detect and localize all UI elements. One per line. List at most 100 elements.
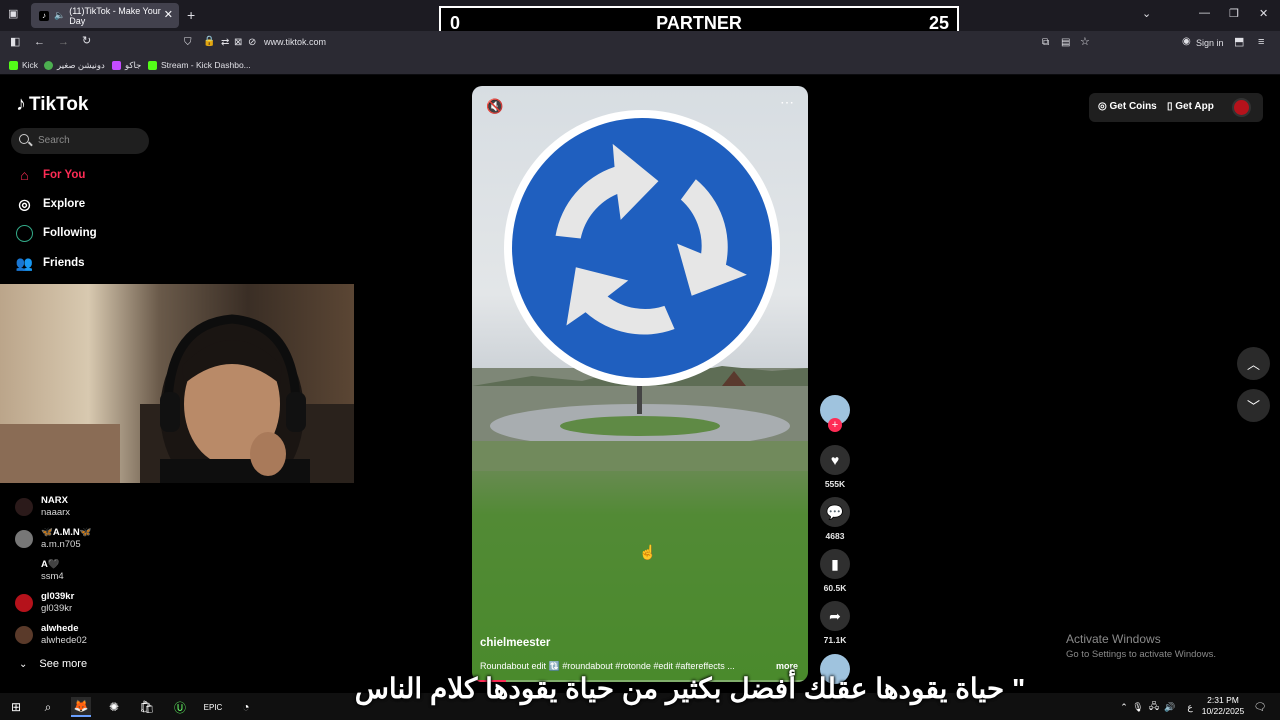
upwork-icon[interactable]: Ⓤ — [170, 697, 190, 717]
search-placeholder: Search — [38, 135, 70, 146]
bookmark-kick[interactable]: Kick — [9, 60, 38, 70]
restore-icon[interactable]: ❐ — [1229, 9, 1239, 20]
streamer-image — [0, 314, 354, 483]
following-avatar-icon — [16, 224, 33, 242]
follow-plus-icon[interactable]: + — [828, 418, 842, 432]
video-player[interactable]: 🔇 ⋯ ☝ chielmeester Roundabout edit 🔃 #ro… — [472, 86, 808, 682]
mic-off-icon[interactable]: ⊘ — [248, 38, 256, 48]
avatar — [15, 562, 33, 580]
url-text: www.tiktok.com — [264, 37, 327, 47]
shield-icon[interactable]: ⛉ — [184, 38, 192, 48]
save-button[interactable]: ▮ 60.5K — [819, 549, 851, 593]
close-window-icon[interactable]: ✕ — [1259, 9, 1268, 20]
more-link[interactable]: more — [776, 661, 798, 671]
more-options-icon[interactable]: ⋯ — [780, 94, 794, 111]
new-tab-icon[interactable]: + — [187, 8, 195, 22]
share-icon: ➦ — [820, 601, 850, 631]
browser-nav-bar: ◧ ← → ↻ ⛉ 🔒 ⇄ ⊠ ⊘ www.tiktok.com ⧉ ▤ ☆ ◉… — [0, 31, 1280, 56]
mute-icon[interactable]: 🔇 — [486, 98, 503, 115]
reader-view-icon[interactable]: ▤ — [1061, 38, 1070, 48]
chevron-down-icon: ﹀ — [1246, 399, 1260, 414]
avatar — [15, 594, 33, 612]
get-app-button[interactable]: ▯ Get App — [1167, 101, 1214, 112]
windows-start-icon[interactable]: ⊞ — [6, 697, 26, 717]
following-account[interactable]: alwhede alwhede02 — [15, 622, 165, 648]
creator-avatar[interactable]: + — [819, 395, 851, 432]
bookmarks-bar: Kick دونيشن صغير جاكو Stream - Kick Dash… — [0, 56, 1280, 75]
get-coins-button[interactable]: ◎ Get Coins — [1098, 101, 1157, 112]
share-button[interactable]: ➦ 71.1K — [819, 601, 851, 645]
search-input[interactable]: Search — [11, 128, 149, 154]
list-all-tabs-icon[interactable]: ⌄ — [1142, 9, 1151, 20]
next-video-button[interactable]: ﹀ — [1237, 389, 1270, 422]
video-caption[interactable]: Roundabout edit 🔃 #roundabout #rotonde #… — [480, 661, 770, 672]
home-icon: ⌂ — [20, 167, 29, 183]
avatar — [15, 498, 33, 516]
webcam-overlay — [0, 284, 354, 483]
chevron-up-icon: ︿ — [1246, 357, 1260, 372]
subtitle-overlay: " حياة يقودها عقلك أفضل بكثير من حياة يق… — [354, 673, 1026, 704]
like-button[interactable]: ♥ 555K — [819, 445, 851, 489]
following-account[interactable]: 🦋A.M.N🦋 a.m.n705 — [15, 526, 165, 552]
following-account[interactable]: NARX naaarx — [15, 494, 165, 520]
store-icon[interactable]: 🛍 — [137, 697, 157, 717]
firefox-icon[interactable]: 🦊 — [71, 697, 91, 717]
lock-icon[interactable]: 🔒 — [203, 37, 215, 47]
speaker-icon[interactable]: 🔈 — [54, 10, 65, 21]
search-icon[interactable]: ⌕ — [38, 697, 58, 717]
bookmark-star-icon[interactable]: ☆ — [1080, 37, 1090, 48]
tab-list-icon[interactable]: ▣ — [8, 9, 18, 20]
following-account[interactable]: A🖤 ssm4 — [15, 558, 165, 584]
tiktok-logo[interactable]: ♪ TikTok — [16, 93, 88, 116]
volume-icon[interactable]: 🔊 — [1160, 697, 1180, 717]
account-icon[interactable]: ◉ — [1182, 37, 1191, 47]
language-indicator[interactable]: ع — [1180, 697, 1200, 717]
menu-icon[interactable]: ≡ — [1258, 37, 1264, 48]
bookmark-jaco[interactable]: جاكو — [112, 60, 141, 71]
sign-in-link[interactable]: Sign in — [1196, 38, 1224, 48]
app-icon[interactable]: ◔ — [236, 697, 256, 717]
search-icon — [19, 134, 29, 144]
heart-icon: ♥ — [820, 445, 850, 475]
roundabout-sign-image — [504, 110, 780, 386]
minimize-icon[interactable]: — — [1199, 8, 1210, 19]
nav-explore[interactable]: ◎ Explore — [16, 194, 85, 214]
nav-following[interactable]: Following — [16, 223, 97, 243]
forward-icon[interactable]: → — [58, 37, 69, 48]
epic-games-icon[interactable]: EPIC — [203, 697, 223, 717]
permissions-icon[interactable]: ⇄ — [221, 38, 229, 48]
sidebar-toggle-icon[interactable]: ◧ — [10, 37, 20, 48]
previous-video-button[interactable]: ︿ — [1237, 347, 1270, 380]
see-more-button[interactable]: ⌄ See more — [19, 658, 87, 670]
copilot-icon[interactable]: ✺ — [104, 697, 124, 717]
avatar — [15, 626, 33, 644]
clock[interactable]: 2:31 PM 10/22/2025 — [1198, 695, 1248, 717]
reload-icon[interactable]: ↻ — [82, 36, 91, 47]
camera-off-icon[interactable]: ⊠ — [234, 38, 242, 48]
chevron-down-icon: ⌄ — [19, 658, 28, 670]
comment-icon: 💬 — [820, 497, 850, 527]
compass-icon: ◎ — [18, 195, 31, 212]
creator-name[interactable]: chielmeester — [480, 637, 550, 649]
bookmark-kick-dashboard[interactable]: Stream - Kick Dashbo... — [148, 60, 251, 70]
coin-icon: ◎ — [1098, 101, 1110, 112]
friends-icon: 👥 — [15, 254, 34, 271]
back-icon[interactable]: ← — [34, 37, 45, 48]
bookmark-donation[interactable]: دونيشن صغير — [44, 60, 105, 71]
picture-in-picture-icon[interactable]: ⧉ — [1042, 38, 1049, 48]
activate-windows-watermark: Activate Windows Go to Settings to activ… — [1066, 632, 1216, 660]
close-tab-icon[interactable]: ✕ — [164, 8, 173, 21]
profile-avatar[interactable] — [1232, 98, 1251, 117]
comment-button[interactable]: 💬 4683 — [819, 497, 851, 541]
top-right-bar: ◎ Get Coins ▯ Get App — [1089, 93, 1263, 122]
tiktok-note-icon: ♪ — [16, 93, 26, 115]
nav-friends[interactable]: 👥 Friends — [16, 253, 85, 273]
extensions-icon[interactable]: ⬒ — [1234, 37, 1244, 48]
nav-for-you[interactable]: ⌂ For You — [16, 165, 85, 185]
url-bar[interactable]: ⛉ 🔒 ⇄ ⊠ ⊘ www.tiktok.com ⧉ ▤ ☆ — [176, 33, 1100, 54]
browser-tab[interactable]: ♪ 🔈 (11)TikTok - Make Your Day ✕ — [31, 3, 179, 28]
cursor-icon: ☝ — [639, 544, 657, 560]
following-account[interactable]: gl039kr gl039kr — [15, 590, 165, 616]
notifications-icon[interactable]: 🗨 — [1250, 697, 1270, 717]
bookmark-icon: ▮ — [820, 549, 850, 579]
